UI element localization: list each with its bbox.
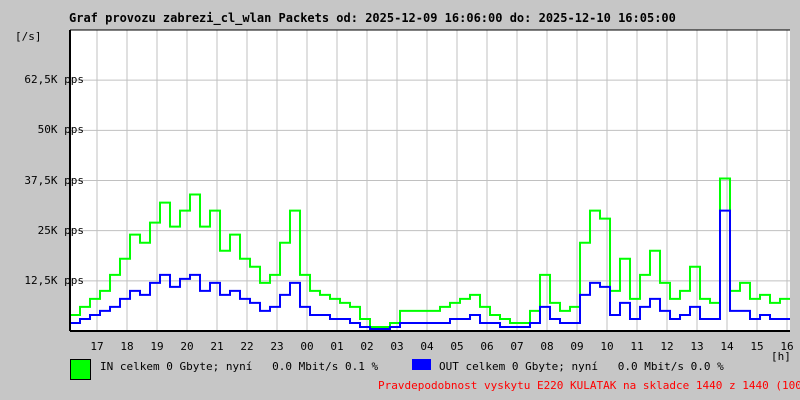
out-legend-label: OUT celkem 0 Gbyte; nyní 0.0 Mbit/s 0.0 … (439, 360, 724, 373)
x-tick-label: 02 (360, 340, 374, 353)
in-legend-swatch (70, 359, 91, 380)
x-tick-label: 22 (240, 340, 254, 353)
x-tick-label: 21 (210, 340, 224, 353)
x-tick-label: 09 (570, 340, 584, 353)
y-tick-label: 25K pps (37, 223, 84, 237)
y-tick-label: 50K pps (37, 123, 84, 137)
x-tick-label: 03 (390, 340, 404, 353)
y-tick-label: 37,5K pps (24, 173, 84, 187)
x-tick-label: 06 (480, 340, 494, 353)
x-tick-label: 12 (660, 340, 674, 353)
x-tick-label: 20 (180, 340, 194, 353)
x-tick-label: 15 (750, 340, 764, 353)
y-tick-label: 62,5K pps (24, 73, 84, 87)
x-tick-label: 04 (420, 340, 434, 353)
x-tick-label: 14 (720, 340, 734, 353)
x-tick-label: 13 (690, 340, 704, 353)
x-tick-label: 23 (270, 340, 284, 353)
x-tick-label: 17 (90, 340, 104, 353)
x-tick-label: 07 (510, 340, 524, 353)
x-tick-label: 18 (120, 340, 134, 353)
x-tick-label: 08 (540, 340, 554, 353)
x-tick-label: 05 (450, 340, 464, 353)
x-tick-label: 19 (150, 340, 164, 353)
x-tick-label: 10 (600, 340, 614, 353)
x-tick-label: 01 (330, 340, 344, 353)
y-tick-label: 12,5K pps (24, 273, 84, 287)
x-axis-unit: [h] (771, 350, 791, 363)
footer-note: Pravdepodobnost vyskytu E220 KULATAK na … (378, 379, 800, 392)
x-tick-label: 11 (630, 340, 644, 353)
in-legend-label: IN celkem 0 Gbyte; nyní 0.0 Mbit/s 0.1 % (100, 360, 379, 373)
traffic-graph: Graf provozu zabrezi_cl_wlan Packets od:… (0, 0, 800, 400)
out-legend-swatch (412, 359, 431, 370)
x-tick-label: 00 (300, 340, 314, 353)
